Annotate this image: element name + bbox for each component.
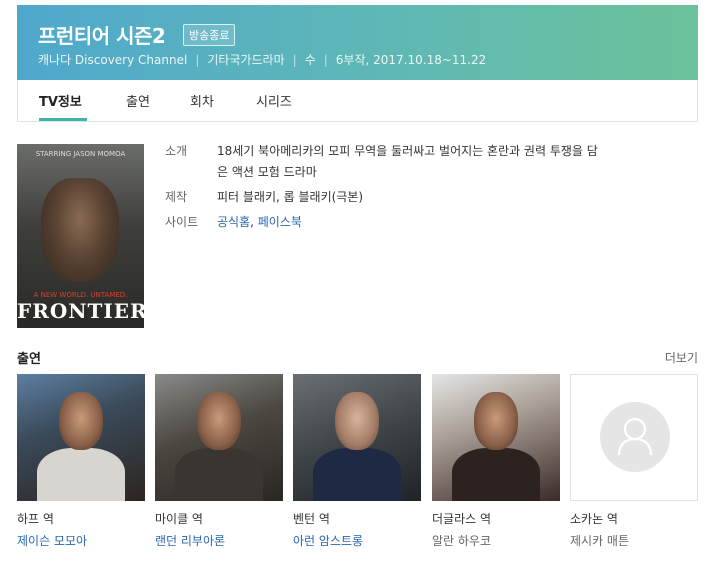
cast-actor-name[interactable]: 알란 하우코: [432, 532, 560, 549]
program-info: 소개 18세기 북아메리카의 모피 무역을 둘러싸고 벌어지는 혼란과 권력 투…: [165, 141, 685, 237]
cast-photo[interactable]: [17, 374, 145, 501]
producer-value: 피터 블래키, 롭 블래키(극본): [217, 190, 364, 204]
person-icon: [617, 417, 653, 456]
photo-figure-body: [313, 448, 401, 501]
cast-item[interactable]: 하프 역 제이슨 모모아: [17, 374, 145, 549]
cast-role: 더글라스 역: [432, 512, 492, 526]
cast-item[interactable]: 소카논 역 제시카 매튼: [570, 374, 698, 549]
cast-photo-placeholder[interactable]: [570, 374, 698, 501]
status-badge: 방송종료: [183, 24, 236, 46]
meta-genre: 기타국가드라마: [207, 53, 285, 67]
photo-figure-face: [474, 392, 518, 450]
info-row-site: 사이트 공식홈, 페이스북: [165, 212, 685, 233]
photo-figure-face: [59, 392, 103, 450]
site-separator: ,: [250, 215, 258, 229]
active-tab-indicator: [39, 118, 87, 121]
tab-series[interactable]: 시리즈: [256, 91, 292, 110]
cast-role: 마이클 역: [155, 512, 203, 526]
meta-episodes: 6부작, 2017.10.18~11.22: [335, 53, 487, 67]
cast-actor-name[interactable]: 제이슨 모모아: [17, 532, 145, 549]
tab-bar: TV정보 출연 회차 시리즈: [17, 80, 698, 122]
program-header: 프런티어 시즌2 방송종료 캐나다 Discovery Channel | 기타국가…: [17, 5, 698, 80]
meta-divider: |: [323, 53, 328, 67]
site-links: 공식홈, 페이스북: [217, 212, 685, 233]
poster-title: FRONTIER: [17, 299, 144, 323]
cast-item[interactable]: 더글라스 역 알란 하우코: [432, 374, 560, 549]
cast-actor-name[interactable]: 랜던 리부아론: [155, 532, 283, 549]
poster-tagline: A NEW WORLD. UNTAMED.: [33, 291, 128, 299]
intro-text: 18세기 북아메리카의 모피 무역을 둘러싸고 벌어지는 혼란과 권력 투쟁을 …: [217, 141, 685, 183]
cast-photo[interactable]: [432, 374, 560, 501]
intro-line-2: 은 액션 모험 드라마: [217, 165, 317, 179]
facebook-link[interactable]: 페이스북: [258, 215, 302, 229]
default-avatar: [600, 402, 670, 472]
cast-photo[interactable]: [293, 374, 421, 501]
producer-label: 제작: [165, 190, 188, 204]
program-poster[interactable]: STARRING JASON MOMOA A NEW WORLD. UNTAME…: [17, 144, 144, 328]
cast-heading: 출연: [17, 352, 41, 367]
photo-figure-body: [175, 448, 263, 501]
program-title[interactable]: 프런티어 시즌2: [38, 20, 166, 49]
cast-role: 벤턴 역: [293, 512, 330, 526]
info-row-producer: 제작 피터 블래키, 롭 블래키(극본): [165, 187, 685, 208]
tab-episodes[interactable]: 회차: [190, 91, 214, 110]
photo-figure-face: [335, 392, 379, 450]
meta-day: 수: [304, 53, 316, 67]
info-row-intro: 소개 18세기 북아메리카의 모피 무역을 둘러싸고 벌어지는 혼란과 권력 투…: [165, 141, 685, 183]
cast-item[interactable]: 벤턴 역 아런 암스트롱: [293, 374, 421, 549]
meta-channel: 캐나다 Discovery Channel: [38, 53, 188, 67]
intro-label: 소개: [165, 144, 188, 158]
poster-starring-text: STARRING JASON MOMOA: [35, 150, 126, 158]
meta-divider: |: [195, 53, 200, 67]
page: 프런티어 시즌2 방송종료 캐나다 Discovery Channel | 기타국가…: [0, 0, 715, 567]
official-site-link[interactable]: 공식홈: [217, 215, 250, 229]
cast-role: 하프 역: [17, 512, 54, 526]
cast-more-link[interactable]: 더보기: [665, 349, 698, 366]
cast-photo[interactable]: [155, 374, 283, 501]
photo-figure-face: [197, 392, 241, 450]
tab-cast[interactable]: 출연: [126, 91, 150, 110]
program-meta: 캐나다 Discovery Channel | 기타국가드라마 | 수 | 6부작, 201…: [38, 51, 486, 68]
site-label: 사이트: [165, 215, 199, 229]
cast-actor-name[interactable]: 아런 암스트롱: [293, 532, 421, 549]
intro-line-1: 18세기 북아메리카의 모피 무역을 둘러싸고 벌어지는 혼란과 권력 투쟁을 …: [217, 144, 598, 158]
cast-role: 소카논 역: [570, 512, 618, 526]
meta-divider: |: [292, 53, 297, 67]
photo-figure-body: [452, 448, 540, 501]
tab-tv-info[interactable]: TV정보: [39, 91, 82, 110]
cast-actor-name[interactable]: 제시카 매튼: [570, 532, 698, 549]
photo-figure-body: [37, 448, 125, 501]
poster-figure: [41, 178, 119, 282]
cast-item[interactable]: 마이클 역 랜던 리부아론: [155, 374, 283, 549]
